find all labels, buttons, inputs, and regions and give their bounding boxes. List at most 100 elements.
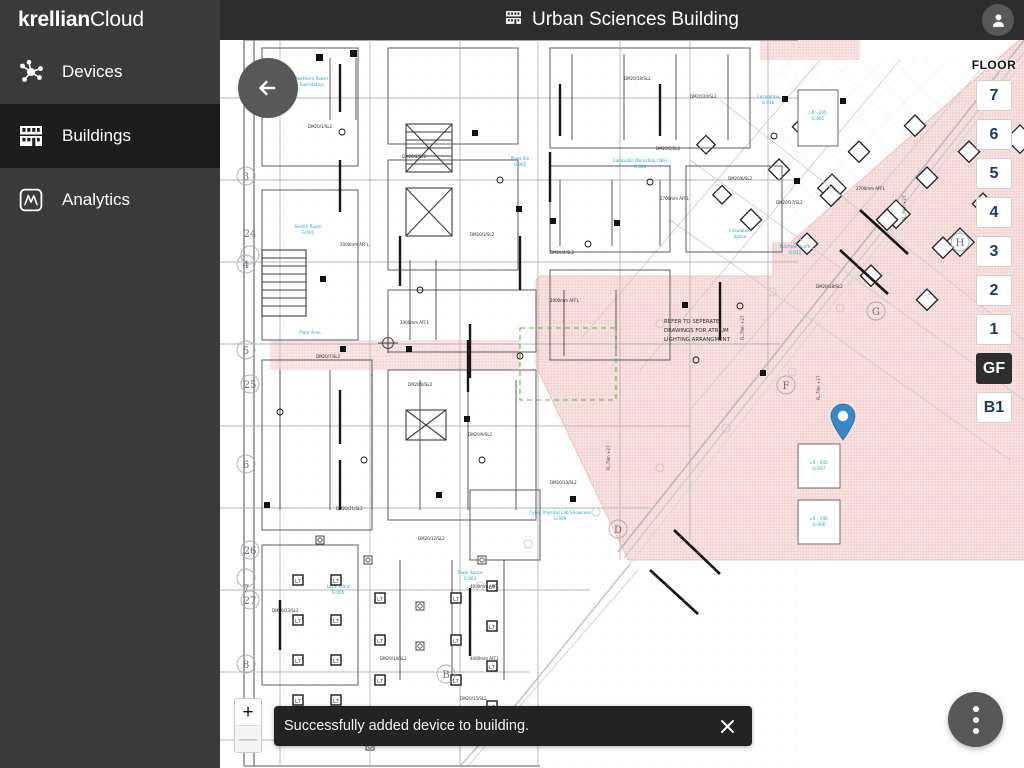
svg-text:B: B [442,670,449,681]
sidebar-item-label: Analytics [62,190,131,209]
svg-text:H: H [956,238,965,249]
zoom-out-button[interactable]: — [235,726,261,752]
sidebar-item-devices[interactable]: Devices [0,40,220,104]
floor-button-gf[interactable]: GF [976,353,1012,384]
svg-text:6: 6 [243,460,249,471]
svg-text:26: 26 [244,546,257,557]
svg-text:8: 8 [243,660,249,671]
building-icon [505,9,522,32]
svg-text:3: 3 [243,172,249,183]
svg-text:7: 7 [243,584,249,595]
floor-button-b1[interactable]: B1 [976,392,1012,423]
page-title-text: Urban Sciences Building [531,9,739,30]
svg-text:2000mm AFFL: 2000mm AFFL [550,298,580,303]
svg-text:DM20/12/SL2: DM20/12/SL2 [418,536,445,541]
arrow-left-icon [259,80,276,96]
page-title: Urban Sciences Building [505,9,739,32]
svg-text:Plant Rm: Plant Rm [511,156,530,161]
svg-text:DM20/19/SL2: DM20/19/SL2 [624,76,651,81]
svg-text:FL.79m +27: FL.79m +27 [816,375,821,400]
more-vertical-icon-dot-1 [972,705,979,712]
svg-text:Circulation: Circulation [757,94,780,99]
top-bar: Urban Sciences Building [220,0,1024,40]
floor-button-7[interactable]: 7 [976,80,1012,111]
svg-text:FL.79m +27: FL.79m +27 [902,195,907,220]
svg-text:Computer Workshop (ISG): Computer Workshop (ISG) [613,158,668,163]
svg-text:2000mm AFFL: 2000mm AFFL [340,242,370,247]
svg-text:2000mm AFFL: 2000mm AFFL [400,320,430,325]
svg-text:DM20/14/SL2: DM20/14/SL2 [380,656,407,661]
map-zoom-controls: + — [234,698,262,753]
svg-text:Machine Room: Machine Room [780,244,811,249]
svg-text:G:001: G:001 [812,116,825,121]
svg-text:FL.79m +27: FL.79m +27 [606,445,611,470]
svg-text:G:006: G:006 [813,522,826,527]
svg-text:DM20/3/SL2: DM20/3/SL2 [470,232,495,237]
floor-button-1[interactable]: 1 [976,314,1012,345]
svg-text:Sub-Station: Sub-Station [300,82,325,87]
sidebar-item-label: Devices [62,62,123,81]
annotation-line-3: LIGHTING ARRANGMENT [664,337,731,343]
svg-text:LR - 245: LR - 245 [810,460,828,465]
svg-text:DM20/1/SL2: DM20/1/SL2 [308,124,333,129]
svg-text:G:009: G:009 [554,516,567,521]
brand-name-light: Cloud [89,8,144,31]
sidebar-item-label: Buildings [62,126,131,145]
user-avatar-icon[interactable] [982,4,1014,36]
floor-selector: FLOOR 7 6 5 4 3 2 1 GF B1 [972,58,1016,431]
floorplan-drawing: L7 [220,40,1024,768]
sidebar-item-analytics[interactable]: Analytics [0,168,220,232]
floor-button-2[interactable]: 2 [976,275,1012,306]
device-map-pin[interactable] [830,403,856,446]
svg-text:DM20/6/SL2: DM20/6/SL2 [728,176,753,181]
svg-text:F: F [783,381,790,392]
svg-text:G:011: G:011 [789,250,802,255]
svg-text:24: 24 [244,229,257,240]
back-button[interactable] [238,58,298,118]
devices-hub-icon [18,59,44,85]
svg-text:Team Space: Team Space [456,570,483,575]
close-icon[interactable] [716,715,738,737]
more-vertical-icon-dot-3 [972,727,979,734]
svg-text:2700mm AFFL: 2700mm AFFL [660,196,690,201]
zoom-in-button[interactable]: + [235,699,261,725]
svg-text:DM20/7/SL2: DM20/7/SL2 [316,354,341,359]
svg-text:4: 4 [243,260,249,271]
svg-text:DM20/2/SL2: DM20/2/SL2 [402,154,427,159]
svg-text:DM20/13/SL2: DM20/13/SL2 [272,608,299,613]
svg-text:G:001: G:001 [302,230,315,235]
sidebar: krellian Cloud Devices Buildings Analyti… [0,0,220,768]
more-vertical-icon-dot-2 [972,716,979,723]
svg-text:4000mm AFFL: 4000mm AFFL [470,584,500,589]
svg-text:G:002: G:002 [514,162,527,167]
more-options-fab[interactable] [948,692,1003,747]
brand-name-bold: krellian [18,8,90,31]
floor-button-6[interactable]: 6 [976,119,1012,150]
svg-text:4000mm AFFL: 4000mm AFFL [470,656,500,661]
floorplan-map[interactable]: L7 [220,40,1024,768]
toast-notification: Successfully added device to building. [274,706,752,746]
svg-text:Plant Area: Plant Area [299,330,321,335]
svg-text:25: 25 [244,380,257,391]
svg-text:G:007: G:007 [813,466,826,471]
floor-selector-label: FLOOR [971,58,1017,72]
svg-text:DM20/17/SL2: DM20/17/SL2 [776,200,803,205]
svg-text:FL.79m +27: FL.79m +27 [740,315,745,340]
svg-text:2700mm AFFL: 2700mm AFFL [856,186,886,191]
svg-text:G: G [872,307,880,318]
svg-text:Space: Space [734,234,747,239]
svg-text:G:003: G:003 [464,576,477,581]
svg-text:Switch Room: Switch Room [294,224,321,229]
floor-button-3[interactable]: 3 [976,236,1012,267]
svg-text:DM20/11/SL2: DM20/11/SL2 [336,506,363,511]
svg-text:DM20/8/SL2: DM20/8/SL2 [408,382,433,387]
svg-text:DM20/10/SL2: DM20/10/SL2 [550,480,577,485]
floor-button-5[interactable]: 5 [976,158,1012,189]
svg-text:Circulation: Circulation [729,228,752,233]
annotation-line-2: DRAWINGS FOR ATRIUM [664,328,729,334]
sidebar-item-buildings[interactable]: Buildings [0,104,220,168]
app-root: L7 [0,0,1024,768]
svg-text:G:004: G:004 [634,164,647,169]
floor-button-4[interactable]: 4 [976,197,1012,228]
svg-text:Cyber Physical Lab Showcase: Cyber Physical Lab Showcase [529,510,591,515]
